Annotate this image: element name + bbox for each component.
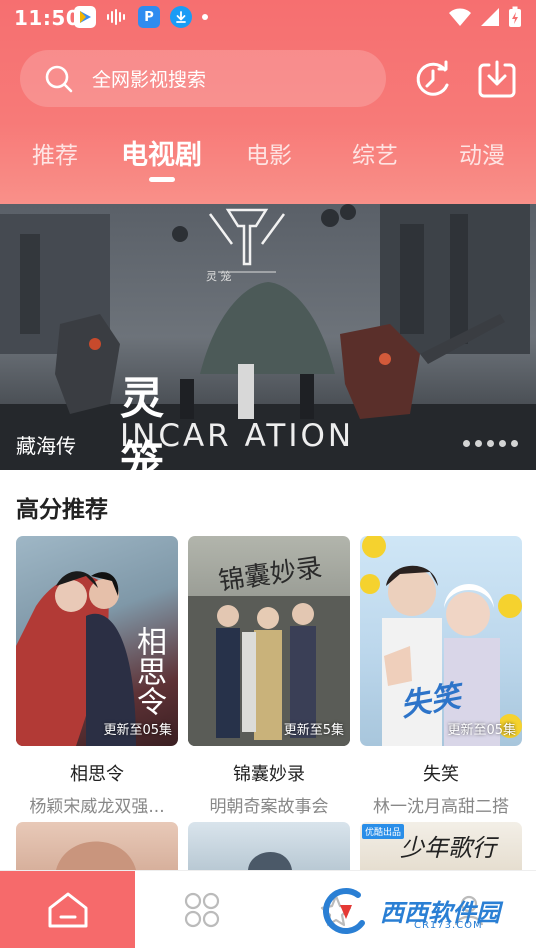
carousel-dot [499,440,506,447]
header: 11:50 P 全网影视搜索 推荐 电视剧 电影 综艺 动漫 [0,0,536,204]
tab-anime[interactable]: 动漫 [459,136,505,170]
carousel-dots [463,440,518,447]
signal-icon [481,8,499,26]
status-bar: 11:50 P [0,0,536,36]
apps-grid-icon [184,892,220,928]
card-subtitle: 林一沈月高甜二搭 [373,797,509,817]
search-bar[interactable]: 全网影视搜索 [20,50,386,107]
update-badge: 更新至5集 [283,723,344,738]
tab-indicator [149,177,175,182]
section-title: 高分推荐 [16,497,108,523]
card-title: 相思令 [70,764,124,785]
card-title: 失笑 [423,764,459,785]
poster-image: 相思令 更新至05集 [16,536,178,746]
category-tabs: 推荐 电视剧 电影 综艺 动漫 [0,130,536,186]
card-title: 锦囊妙录 [233,764,305,785]
carousel-dot [475,440,482,447]
banner-title-en: INCAR ATION [120,418,355,454]
show-card-partial[interactable] [16,822,178,870]
carousel-dot [511,440,518,447]
tab-recommend[interactable]: 推荐 [32,136,78,170]
badge-youku: 优酷出品 [362,824,405,839]
parking-app-icon: P [138,6,160,28]
history-icon[interactable] [412,58,454,100]
show-card[interactable]: 相思令 更新至05集 相思令 杨颖宋威龙双强... [16,536,178,817]
search-icon [45,65,73,92]
watermark-logo-icon [323,888,365,934]
status-time: 11:50 [14,6,81,30]
nav-home[interactable] [0,871,135,948]
poster-image: 失笑 更新至05集 [360,536,522,746]
watermark: 西西软件园 CR173.COM [318,882,528,938]
waveform-icon [106,6,128,28]
dot-icon [202,14,208,20]
home-icon [48,892,87,928]
search-placeholder: 全网影视搜索 [92,69,207,91]
card-subtitle: 明朝奇案故事会 [209,797,329,817]
show-card[interactable]: 锦囊妙录 更新至5集 锦囊妙录 明朝奇案故事会 [188,536,350,817]
tab-movies[interactable]: 电影 [246,136,292,170]
poster-title-art: 少年歌行 [400,834,496,862]
download-app-icon [170,6,192,28]
tab-tv-series[interactable]: 电视剧 [121,133,202,172]
show-card[interactable]: 失笑 更新至05集 失笑 林一沈月高甜二搭 [360,536,522,817]
update-badge: 更新至05集 [103,723,172,738]
poster-image: 锦囊妙录 更新至5集 [188,536,350,746]
update-badge: 更新至05集 [447,723,516,738]
media-app-icon [74,6,96,28]
download-icon[interactable] [476,58,518,100]
wifi-icon [449,8,471,26]
show-card-partial[interactable] [188,822,350,870]
status-icons-right [448,6,522,28]
show-card-partial[interactable]: 优酷出品 少年歌行 [360,822,522,870]
banner-logo-sub: 灵 笼 [206,270,232,283]
battery-charging-icon [509,6,521,27]
app-page: 11:50 P 全网影视搜索 推荐 电视剧 电影 综艺 动漫 灵 笼 灵笼 IN… [0,0,536,948]
banner-carousel[interactable]: 灵 笼 灵笼 INCAR ATION 藏海传 [0,204,536,470]
nav-apps[interactable] [135,871,269,948]
status-icons-left: P [74,6,208,28]
card-subtitle: 杨颖宋威龙双强... [29,797,165,817]
carousel-dot [463,440,470,447]
carousel-dot [487,440,494,447]
poster-title-art: 相思令 [131,626,166,716]
watermark-subtext: CR173.COM [414,920,483,931]
tab-variety[interactable]: 综艺 [352,136,398,170]
banner-caption: 藏海传 [16,434,76,458]
